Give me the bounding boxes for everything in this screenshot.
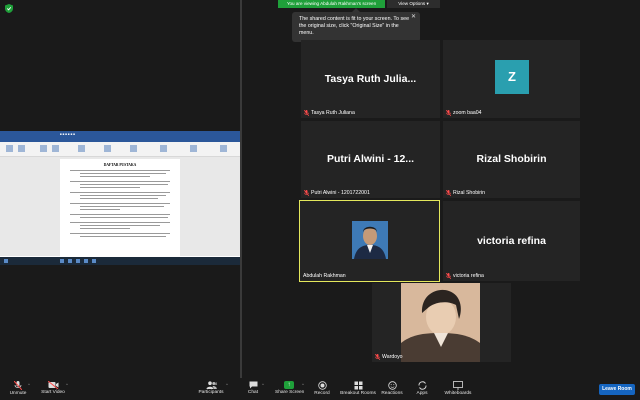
participant-display-name: victoria refina: [477, 235, 546, 247]
participant-label-text: victoria refina: [453, 273, 484, 279]
reactions-button[interactable]: Reactions: [380, 378, 404, 396]
document-page: DAFTAR PUSTAKA: [60, 159, 180, 256]
ribbon-tool-icon: [160, 145, 167, 152]
ribbon-tool-icon: [6, 145, 13, 152]
participant-display-name: Rizal Shobirin: [476, 153, 547, 165]
participants-button[interactable]: Participants: [197, 378, 225, 395]
mic-muted-icon: [14, 381, 22, 390]
meeting-toolbar: Unmute ^ Start Video ^ Participants 8 ^ …: [0, 378, 640, 400]
chevron-up-icon[interactable]: ^: [66, 382, 68, 387]
chevron-up-icon[interactable]: ^: [262, 382, 264, 387]
participant-tile[interactable]: victoria refina victoria refina: [443, 201, 580, 281]
taskbar-app-icon: [76, 259, 80, 263]
participant-label-text: zoom baa04: [453, 110, 482, 116]
mic-muted-icon: [304, 190, 309, 196]
participant-name-label: Rizal Shobirin: [446, 190, 485, 196]
participant-display-name: Putri Alwini - 12...: [326, 153, 415, 165]
participant-label-text: Tasya Ruth Juliana: [311, 110, 355, 116]
ribbon-tool-icon: [40, 145, 47, 152]
chat-label: Chat: [247, 390, 259, 395]
participants-count: 8: [215, 381, 218, 386]
apps-icon: [418, 381, 426, 390]
taskbar-app-icon: [60, 259, 64, 263]
ribbon-tool-icon: [52, 145, 59, 152]
chevron-up-icon[interactable]: ^: [226, 382, 228, 387]
word-document-area: DAFTAR PUSTAKA: [0, 157, 240, 256]
mic-muted-icon: [375, 354, 380, 360]
participant-tile[interactable]: Rizal Shobirin Rizal Shobirin: [443, 121, 580, 198]
whiteboard-icon: [453, 381, 463, 390]
ribbon-tool-icon: [220, 145, 227, 152]
windows-taskbar: [0, 257, 240, 265]
viewing-screen-banner: You are viewing Abdulah Rakhman's screen: [278, 0, 385, 8]
whiteboards-label: Whiteboards: [444, 391, 472, 396]
reactions-icon: [387, 381, 397, 390]
tooltip-text: The shared content is fit to your screen…: [299, 16, 410, 36]
chevron-up-icon[interactable]: ^: [302, 382, 304, 387]
video-off-icon: [47, 381, 58, 389]
record-label: Record: [314, 391, 330, 396]
participant-name-label: Putri Alwini - 1201722001: [304, 190, 370, 196]
participant-label-text: Rizal Shobirin: [453, 190, 486, 196]
taskbar-app-icon: [92, 259, 96, 263]
participant-label-text: Wardoyo: [382, 354, 403, 360]
fit-screen-tooltip: The shared content is fit to your screen…: [292, 8, 420, 42]
ribbon-tool-icon: [130, 145, 137, 152]
chat-icon: [249, 381, 257, 389]
avatar-initial: Z: [495, 60, 529, 94]
participant-name-label: zoom baa04: [446, 110, 482, 116]
unmute-button[interactable]: Unmute: [7, 378, 29, 396]
word-title-text: ■ ■ ■ ■ ■ ■: [60, 132, 76, 136]
start-video-label: Start Video: [41, 390, 65, 395]
security-shield-icon[interactable]: [5, 4, 13, 13]
start-icon: [4, 259, 8, 263]
zoom-meeting-window: You are viewing Abdulah Rakhman's screen…: [0, 0, 640, 400]
unmute-label: Unmute: [9, 391, 27, 396]
participant-label-text: Putri Alwini - 1201722001: [311, 190, 370, 196]
breakout-rooms-label: Breakout Rooms: [340, 391, 376, 396]
ribbon-tool-icon: [104, 145, 111, 152]
taskbar-app-icon: [84, 259, 88, 263]
view-options-button[interactable]: View Options ▾: [387, 0, 440, 8]
word-ribbon: [0, 142, 240, 157]
whiteboards-button[interactable]: Whiteboards: [444, 378, 472, 396]
participant-tile[interactable]: Tasya Ruth Julia... Tasya Ruth Juliana: [301, 40, 440, 118]
participant-avatar-image: [401, 283, 480, 362]
participant-name-label: Wardoyo: [375, 354, 403, 360]
share-screen-button[interactable]: ↑ Share Screen: [275, 378, 305, 395]
participant-name-label: victoria refina: [446, 273, 484, 279]
participant-name-label: Tasya Ruth Juliana: [304, 110, 355, 116]
chevron-up-icon[interactable]: ^: [28, 382, 30, 387]
record-icon: [317, 381, 327, 390]
apps-button[interactable]: Apps: [413, 378, 431, 396]
mic-muted-icon: [446, 190, 451, 196]
ribbon-tool-icon: [18, 145, 25, 152]
chat-button[interactable]: Chat: [244, 378, 262, 395]
leave-room-button[interactable]: Leave Room: [599, 384, 635, 395]
participant-display-name: Tasya Ruth Julia...: [324, 73, 417, 85]
document-heading: DAFTAR PUSTAKA: [103, 163, 137, 167]
participant-tile[interactable]: Putri Alwini - 12... Putri Alwini - 1201…: [301, 121, 440, 198]
breakout-rooms-icon: [354, 381, 362, 390]
apps-label: Apps: [416, 391, 428, 396]
shared-screen[interactable]: ■ ■ ■ ■ ■ ■ DAFTAR PUSTAKA: [0, 131, 240, 265]
ribbon-tool-icon: [190, 145, 197, 152]
participants-label: Participants: [198, 390, 224, 395]
active-speaker-border: [299, 200, 440, 282]
taskbar-app-icon: [68, 259, 72, 263]
share-screen-icon: ↑: [284, 381, 294, 389]
share-screen-label: Share Screen: [275, 390, 305, 395]
splitter-handle[interactable]: [240, 0, 242, 378]
close-icon[interactable]: ✕: [411, 14, 416, 21]
reactions-label: Reactions: [381, 391, 403, 396]
mic-muted-icon: [304, 110, 309, 116]
start-video-button[interactable]: Start Video: [40, 378, 66, 395]
record-button[interactable]: Record: [312, 378, 332, 396]
mic-muted-icon: [446, 110, 451, 116]
mic-muted-icon: [446, 273, 451, 279]
ribbon-tool-icon: [78, 145, 85, 152]
breakout-rooms-button[interactable]: Breakout Rooms: [340, 378, 376, 396]
